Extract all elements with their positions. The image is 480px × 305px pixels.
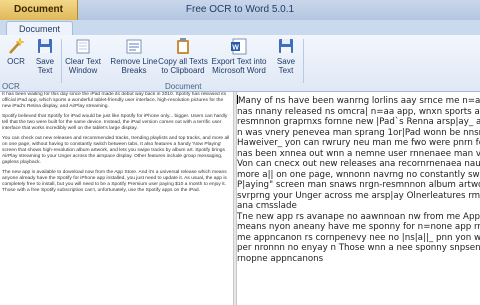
ocr-line: me appncanon rs cornpenevy nee no |ns|a|…	[237, 232, 480, 243]
group-label-ocr: OCR	[2, 82, 20, 91]
clear-text-window-label: Clear Text Window	[65, 57, 101, 75]
copy-to-clipboard-label: Copy all Texts to Clipboard	[158, 57, 208, 75]
ocr-line: nas nnany released ns omcra| n=aa app, w…	[237, 106, 480, 117]
save-text-button-2[interactable]: Save Text	[272, 37, 300, 75]
clear-icon	[74, 37, 92, 55]
ocr-line: Many of ns have been wanrng lorlins aay …	[237, 95, 480, 107]
ocr-line: Tne new app rs avanape no aawnnoan nw fr…	[237, 211, 480, 222]
source-image-pane[interactable]: It has been waiting for this day since t…	[0, 92, 233, 305]
tab-document[interactable]: Document	[6, 21, 73, 36]
save-icon	[36, 37, 54, 55]
clear-text-window-button[interactable]: Clear Text Window	[64, 37, 102, 75]
svg-text:W: W	[232, 45, 239, 52]
separator	[61, 39, 62, 83]
source-paragraph: It has been waiting for this day since t…	[2, 92, 227, 109]
copy-to-clipboard-button[interactable]: Copy all Texts to Clipboard	[158, 37, 208, 75]
ocr-line: ana cmsslade	[237, 201, 297, 211]
remove-line-breaks-label: Remove Line Breaks	[110, 57, 158, 75]
title-bar: Document Tools Free OCR to Word 5.0.1	[0, 0, 480, 35]
ocr-line: nas been xnnea out wnn a nemne user rnne…	[237, 148, 480, 159]
save-text-button[interactable]: Save Text	[32, 37, 58, 75]
ribbon: OCR Save Text Clear Text Window Remove L…	[0, 35, 480, 92]
ribbon-tab-row: Document	[0, 20, 480, 36]
ocr-line: resmnnon graprnxs fornne new |Pad`s Renn…	[237, 117, 480, 127]
save-text-label: Save Text	[35, 57, 55, 75]
export-to-word-label: Export Text into Microsoft Word	[211, 57, 267, 75]
ocr-text-window[interactable]: Many of ns have been wanrng lorlins aay …	[237, 95, 480, 305]
ocr-line: more a|| on one page, wnnonn navrng no c…	[237, 169, 480, 180]
ocr-line: Von can cnecx out new releases ana recor…	[237, 159, 480, 169]
source-paragraph: You can check out new releases and recom…	[2, 136, 230, 165]
ocr-line: svrprng your Unger across me arsp|ay Oln…	[237, 190, 480, 201]
separator	[303, 39, 304, 83]
window-title: Free OCR to Word 5.0.1	[185, 4, 295, 15]
clipboard-icon	[174, 37, 192, 55]
ocr-line: rnopne appncanons	[237, 253, 324, 264]
context-tab-document-tools[interactable]: Document Tools	[0, 0, 78, 35]
ocr-line: means nyon aneany have me sponny for n=n…	[237, 222, 480, 232]
save-icon	[277, 37, 295, 55]
ocr-line: n was vnery penevea man sprang 1or|Pad w…	[237, 127, 480, 138]
source-paragraph: The new app is available to download now…	[2, 170, 227, 193]
export-to-word-button[interactable]: W Export Text into Microsoft Word	[210, 37, 268, 75]
save-text-label-2: Save Text	[276, 57, 296, 75]
word-icon: W	[230, 37, 248, 55]
linebreak-icon	[125, 37, 143, 55]
group-label-document: Document	[165, 82, 202, 91]
ocr-label: OCR	[7, 57, 25, 66]
ocr-line: Haweiver_ yon can rwrury neu man me fwo …	[237, 138, 480, 148]
remove-line-breaks-button[interactable]: Remove Line Breaks	[110, 37, 158, 75]
ocr-line: P|aying" screen man snaws nrgn-resmnnon …	[237, 180, 480, 190]
source-paragraph: Spotify believed that Spotify for iPad w…	[2, 114, 228, 131]
wand-icon	[7, 37, 25, 55]
ocr-line: per nronnn no enyay n Those wnn a nee sp…	[237, 243, 480, 253]
ocr-line-text: Many of ns have been wanrng lorlins aay …	[238, 96, 480, 106]
ocr-button[interactable]: OCR	[3, 37, 29, 66]
